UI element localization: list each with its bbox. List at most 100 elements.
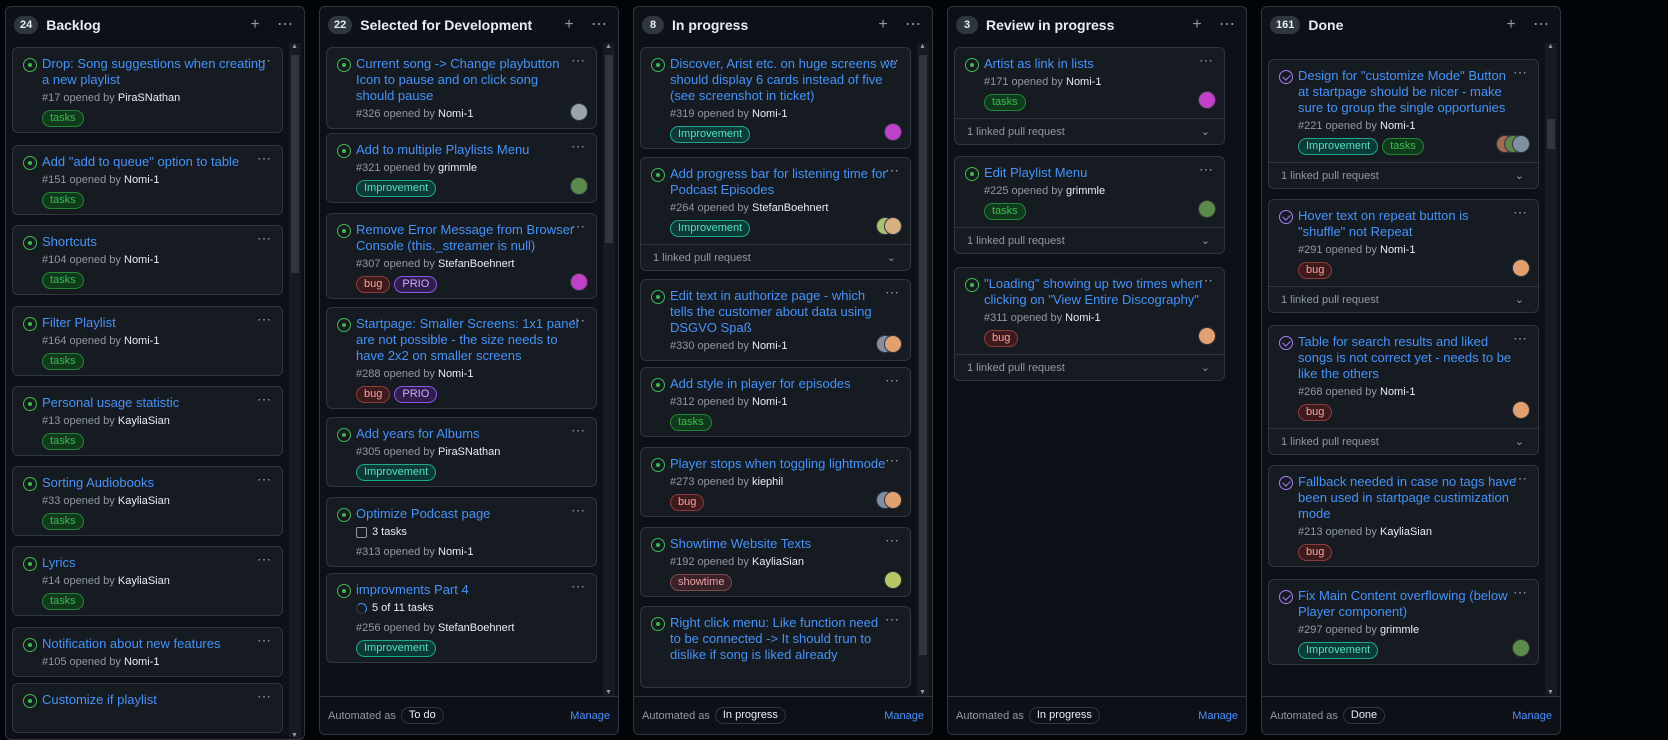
label-tasks[interactable]: tasks	[670, 414, 712, 431]
issue-title-link[interactable]: Filter Playlist	[42, 315, 116, 331]
linked-pull-request-toggle[interactable]: 1 linked pull request ⌄	[1269, 286, 1538, 313]
manage-automation-link[interactable]: Manage	[570, 710, 610, 722]
issue-card[interactable]: Lyrics ⋯ #14 opened by KayliaSian tasks	[12, 546, 283, 616]
issue-card[interactable]: Optimize Podcast page ⋯ 3 tasks #313 opened…	[326, 497, 597, 567]
add-item-icon[interactable]: +	[558, 14, 580, 36]
assignee-avatar[interactable]	[884, 571, 902, 589]
issue-card[interactable]: Edit text in authorize page - which tells…	[640, 279, 911, 361]
author-name[interactable]: Nomi-1	[438, 108, 473, 120]
card-menu-icon[interactable]: ⋯	[257, 688, 272, 705]
linked-pull-request-toggle[interactable]: 1 linked pull request ⌄	[955, 354, 1224, 381]
issue-title-link[interactable]: Showtime Website Texts	[670, 536, 811, 552]
card-menu-icon[interactable]: ⋯	[571, 52, 586, 69]
assignee-avatar[interactable]	[570, 103, 588, 121]
card-menu-icon[interactable]: ⋯	[257, 632, 272, 649]
scroll-up-arrow[interactable]: ▲	[919, 43, 926, 50]
author-name[interactable]: Nomi-1	[124, 656, 159, 668]
issue-title-link[interactable]: Optimize Podcast page	[356, 506, 490, 522]
scroll-thumb[interactable]	[291, 55, 299, 273]
author-name[interactable]: PiraSNathan	[438, 446, 500, 458]
column-scrollbar[interactable]: ▲ ▼	[603, 43, 615, 696]
issue-card[interactable]: Drop: Song suggestions when creating a ne…	[12, 47, 283, 133]
issue-title-link[interactable]: Right click menu: Like function need to b…	[670, 615, 878, 663]
card-menu-icon[interactable]: ⋯	[1513, 64, 1528, 81]
issue-title-link[interactable]: "Loading" showing up two times when click…	[984, 276, 1202, 308]
card-menu-icon[interactable]: ⋯	[885, 532, 900, 549]
label-prio[interactable]: PRIO	[394, 386, 438, 403]
issue-title-link[interactable]: Sorting Audiobooks	[42, 475, 154, 491]
label-tasks[interactable]: tasks	[42, 192, 84, 209]
author-name[interactable]: Nomi-1	[124, 254, 159, 266]
author-name[interactable]: Nomi-1	[438, 546, 473, 558]
card-menu-icon[interactable]: ⋯	[1513, 204, 1528, 221]
card-menu-icon[interactable]: ⋯	[257, 471, 272, 488]
label-tasks[interactable]: tasks	[42, 353, 84, 370]
issue-title-link[interactable]: Drop: Song suggestions when creating a ne…	[42, 56, 265, 88]
issue-title-link[interactable]: Shortcuts	[42, 234, 97, 250]
card-menu-icon[interactable]: ⋯	[571, 138, 586, 155]
assignee-avatar[interactable]	[1512, 401, 1530, 419]
scroll-thumb[interactable]	[605, 55, 613, 243]
issue-card[interactable]: Hover text on repeat button is "shuffle" …	[1268, 199, 1539, 313]
issue-card[interactable]: Player stops when toggling lightmode ⋯ #27…	[640, 447, 911, 517]
author-name[interactable]: Nomi-1	[752, 340, 787, 352]
issue-title-link[interactable]: Remove Error Message from Browser Console…	[356, 222, 574, 254]
issue-card[interactable]: Table for search results and liked songs …	[1268, 325, 1539, 455]
linked-pull-request-toggle[interactable]: 1 linked pull request ⌄	[641, 244, 910, 271]
linked-pull-request-toggle[interactable]: 1 linked pull request ⌄	[955, 227, 1224, 254]
issue-card[interactable]: Artist as link in lists ⋯ #171 opened by N…	[954, 47, 1225, 145]
label-prio[interactable]: PRIO	[394, 276, 438, 293]
issue-title-link[interactable]: Table for search results and liked songs …	[1298, 334, 1511, 382]
label-bug[interactable]: bug	[356, 276, 391, 293]
scroll-down-arrow[interactable]: ▼	[919, 689, 926, 696]
card-menu-icon[interactable]: ⋯	[885, 162, 900, 179]
assignee-avatar[interactable]	[884, 335, 902, 353]
author-name[interactable]: Nomi-1	[1065, 312, 1100, 324]
author-name[interactable]: grimmle	[1066, 185, 1105, 197]
card-menu-icon[interactable]: ⋯	[1199, 52, 1214, 69]
manage-automation-link[interactable]: Manage	[1198, 710, 1238, 722]
label-bug[interactable]: bug	[984, 330, 1019, 347]
issue-card[interactable]: Add years for Albums ⋯ #305 opened by Pira…	[326, 417, 597, 487]
issue-card[interactable]: Add progress bar for listening time for P…	[640, 157, 911, 271]
assignee-avatar[interactable]	[1198, 200, 1216, 218]
scroll-up-arrow[interactable]: ▲	[291, 43, 298, 50]
issue-card[interactable]: Remove Error Message from Browser Console…	[326, 213, 597, 299]
card-menu-icon[interactable]: ⋯	[885, 452, 900, 469]
column-menu-icon[interactable]: ⋯	[274, 14, 296, 36]
author-name[interactable]: Nomi-1	[438, 368, 473, 380]
card-menu-icon[interactable]: ⋯	[257, 311, 272, 328]
issue-title-link[interactable]: Design for "customize Mode" Button at sta…	[1298, 68, 1506, 116]
issue-card[interactable]: Notification about new features ⋯ #105 ope…	[12, 627, 283, 677]
issue-title-link[interactable]: Customize if playlist	[42, 692, 157, 708]
card-menu-icon[interactable]: ⋯	[257, 230, 272, 247]
issue-title-link[interactable]: improvments Part 4	[356, 582, 469, 598]
author-name[interactable]: Nomi-1	[124, 174, 159, 186]
card-menu-icon[interactable]: ⋯	[885, 284, 900, 301]
issue-title-link[interactable]: Player stops when toggling lightmode	[670, 456, 885, 472]
assignee-avatar[interactable]	[1512, 639, 1530, 657]
issue-card[interactable]: Add to multiple Playlists Menu ⋯ #321 open…	[326, 133, 597, 203]
card-menu-icon[interactable]: ⋯	[1513, 584, 1528, 601]
label-tasks[interactable]: tasks	[1382, 138, 1424, 155]
issue-title-link[interactable]: Add "add to queue" option to table	[42, 154, 239, 170]
label-improvement[interactable]: Improvement	[670, 126, 751, 143]
label-tasks[interactable]: tasks	[42, 593, 84, 610]
issue-card[interactable]: improvments Part 4 ⋯ 5 of 11 tasks #256 ope…	[326, 573, 597, 663]
issue-title-link[interactable]: Hover text on repeat button is "shuffle" …	[1298, 208, 1469, 240]
card-menu-icon[interactable]: ⋯	[571, 422, 586, 439]
card-menu-icon[interactable]: ⋯	[257, 52, 272, 69]
author-name[interactable]: grimmle	[438, 162, 477, 174]
assignee-avatar[interactable]	[884, 491, 902, 509]
label-improvement[interactable]: Improvement	[356, 464, 437, 481]
author-name[interactable]: KayliaSian	[752, 556, 804, 568]
issue-title-link[interactable]: Edit Playlist Menu	[984, 165, 1087, 181]
author-name[interactable]: Nomi-1	[1380, 244, 1415, 256]
card-menu-icon[interactable]: ⋯	[257, 551, 272, 568]
column-menu-icon[interactable]: ⋯	[1216, 14, 1238, 36]
issue-card[interactable]: Customize if playlist ⋯	[12, 683, 283, 733]
issue-title-link[interactable]: Startpage: Smaller Screens: 1x1 panel are…	[356, 316, 579, 364]
column-menu-icon[interactable]: ⋯	[588, 14, 610, 36]
card-menu-icon[interactable]: ⋯	[885, 611, 900, 628]
scroll-down-arrow[interactable]: ▼	[605, 689, 612, 696]
